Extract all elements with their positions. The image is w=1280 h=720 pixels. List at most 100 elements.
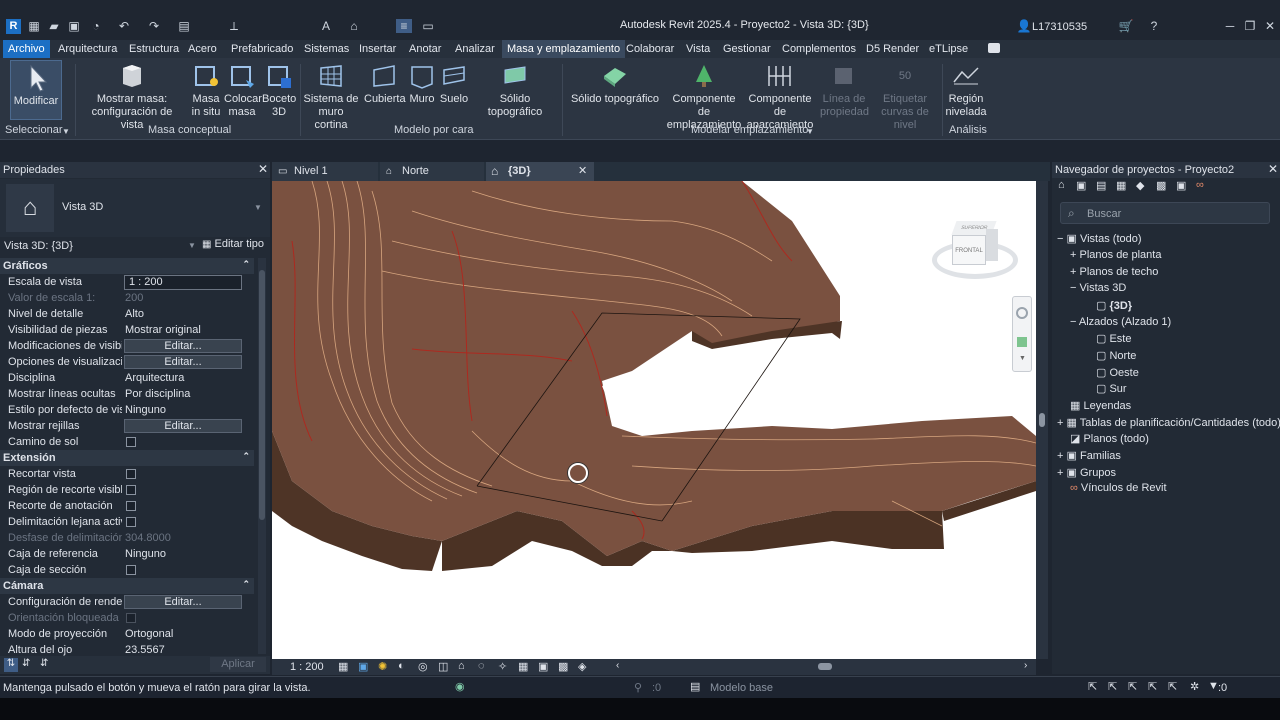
sort-icon[interactable]: ⇅	[4, 658, 18, 672]
sun-path-icon[interactable]: ✺	[378, 660, 387, 673]
select-by-face-icon[interactable]: ⇱	[1148, 680, 1157, 693]
tree-item-3d-active[interactable]: ▢ {3D}	[1096, 299, 1132, 312]
print-icon[interactable]: ▤	[176, 19, 192, 33]
expand-icon[interactable]: +	[1057, 417, 1063, 429]
viewport-scrollbar[interactable]	[1036, 181, 1048, 659]
restore-icon[interactable]: ❐	[1242, 19, 1258, 33]
switch-windows-icon[interactable]: ≡	[396, 19, 412, 33]
sort-alpha-icon[interactable]: ⇵	[22, 658, 30, 669]
redo-icon[interactable]: ↷	[146, 19, 162, 33]
tab-anotar[interactable]: Anotar	[404, 40, 446, 58]
tab-gestionar[interactable]: Gestionar	[718, 40, 776, 58]
property-row[interactable]: Disciplina Arquitectura	[0, 370, 254, 386]
text-icon[interactable]: A	[318, 19, 334, 33]
shadows-icon[interactable]: ◐	[398, 660, 405, 672]
open-icon[interactable]: ▰	[46, 19, 62, 33]
collapse-icon[interactable]: −	[1070, 282, 1076, 294]
expand-icon[interactable]: +	[1070, 249, 1076, 261]
boceto-3d-button[interactable]: Boceto 3D	[262, 62, 296, 119]
expand-icon[interactable]: +	[1057, 467, 1063, 479]
properties-scrollbar[interactable]	[258, 258, 266, 654]
viewcube[interactable]: SUPERIOR FRONTAL	[932, 221, 1018, 281]
collapse-icon[interactable]: ⌃	[242, 579, 250, 590]
tree-item[interactable]: + Planos de planta	[1070, 249, 1161, 261]
tab-masa-emplazamiento[interactable]: Masa y emplazamiento	[502, 40, 626, 58]
edit-button[interactable]: Editar...	[124, 355, 242, 369]
save-icon[interactable]: ▣	[66, 19, 82, 33]
tab-complementos[interactable]: Complementos	[777, 40, 861, 58]
viewcube-front[interactable]: FRONTAL	[952, 235, 986, 265]
region-nivelada-button[interactable]: Región nivelada	[944, 62, 988, 119]
edit-button[interactable]: Editar...	[124, 419, 242, 433]
solido-topografico-face-button[interactable]: Sólido topográfico	[472, 62, 558, 119]
masa-in-situ-button[interactable]: Masa in situ	[190, 62, 222, 119]
checkbox[interactable]	[126, 485, 136, 495]
collapse-icon[interactable]: −	[1070, 316, 1076, 328]
close-icon[interactable]: ✕	[258, 162, 268, 176]
tree-item[interactable]: − ▣ Vistas (todo)	[1057, 232, 1142, 245]
collapse-icon[interactable]: ⌃	[242, 259, 250, 270]
undo-icon[interactable]: ↶	[116, 19, 132, 33]
tree-item[interactable]: ▢ Sur	[1096, 382, 1127, 395]
sheet-icon[interactable]: ▤	[1096, 179, 1106, 192]
instance-selector[interactable]: Vista 3D: {3D} ▼	[0, 238, 198, 254]
detail-level-icon[interactable]: ▦	[338, 660, 348, 673]
close-icon[interactable]: ✕	[1268, 162, 1278, 176]
terrain-model[interactable]	[272, 181, 1036, 659]
cubierta-button[interactable]: Cubierta	[364, 62, 406, 106]
tree-item[interactable]: + ▦ Tablas de planificación/Cantidades (…	[1057, 416, 1280, 429]
close-inactive-icon[interactable]: ▭	[420, 19, 436, 33]
close-icon[interactable]: ✕	[1262, 19, 1278, 33]
property-row[interactable]: Visibilidad de piezas Mostrar original	[0, 322, 254, 338]
viewcube-side[interactable]	[986, 229, 998, 261]
collapse-icon[interactable]: ⌃	[242, 451, 250, 462]
tab-insertar[interactable]: Insertar	[354, 40, 401, 58]
tree-item[interactable]: − Alzados (Alzado 1)	[1070, 316, 1171, 328]
highlight-icon[interactable]: ▣	[538, 660, 548, 673]
tab-sistemas[interactable]: Sistemas	[299, 40, 354, 58]
group-alt-icon[interactable]: ▣	[1176, 179, 1186, 192]
steering-wheel-icon[interactable]	[1016, 307, 1028, 319]
drag-elements-icon[interactable]: ⇱	[1168, 680, 1177, 693]
3d-view-icon[interactable]: ⌂	[346, 19, 362, 33]
family-icon[interactable]: ◆	[1136, 179, 1144, 192]
tab-acero[interactable]: Acero	[183, 40, 222, 58]
minimize-icon[interactable]: ─	[1222, 19, 1238, 33]
etiquetar-curvas-button[interactable]: 50 Etiquetar curvas de nivel	[870, 62, 940, 132]
select-pinned-icon[interactable]: ⇱	[1128, 680, 1137, 693]
filter-count-icon[interactable]: ⚲	[634, 681, 642, 694]
view-scale[interactable]: 1 : 200	[290, 661, 324, 673]
measure-icon[interactable]: ⟂	[226, 19, 242, 33]
expand-icon[interactable]: +	[1070, 266, 1076, 278]
user-icon[interactable]: 👤	[1016, 19, 1032, 33]
sistema-muro-cortina-button[interactable]: Sistema de muro cortina	[302, 62, 360, 132]
expand-icon[interactable]: +	[1057, 450, 1063, 462]
model-icon[interactable]: ▤	[690, 680, 700, 693]
componente-aparcamiento-button[interactable]: Componente de aparcamiento	[742, 62, 818, 132]
schedule-icon[interactable]: ▦	[1116, 179, 1126, 192]
video-icon[interactable]	[988, 43, 1000, 53]
tree-item[interactable]: + Planos de techo	[1070, 266, 1158, 278]
edit-type-button[interactable]: ▦ Editar tipo	[202, 238, 264, 254]
apply-button[interactable]: Aplicar	[210, 657, 266, 672]
tree-item[interactable]: + ▣ Grupos	[1057, 466, 1116, 479]
visual-style-icon[interactable]: ▣	[358, 660, 368, 673]
user-name[interactable]: L17310535	[1032, 21, 1087, 33]
colocar-masa-button[interactable]: Colocar masa	[224, 62, 262, 119]
render-icon[interactable]: ◎	[418, 660, 428, 673]
tab-arquitectura[interactable]: Arquitectura	[53, 40, 122, 58]
sort-group-icon[interactable]: ⇵	[40, 658, 48, 669]
tab-estructura[interactable]: Estructura	[124, 40, 184, 58]
tree-item[interactable]: − Vistas 3D	[1070, 282, 1126, 294]
analytical-icon[interactable]: ▩	[558, 660, 568, 673]
linea-propiedad-button[interactable]: Línea de propiedad	[820, 62, 869, 119]
collapse-icon[interactable]: −	[1057, 233, 1063, 245]
constraints-icon[interactable]: ◈	[578, 660, 586, 673]
property-row[interactable]: Estilo por defecto de vis... Ninguno	[0, 402, 254, 418]
tree-item[interactable]: ▦ Leyendas	[1070, 399, 1131, 412]
help-icon[interactable]: ?	[1146, 19, 1162, 33]
house-icon[interactable]: ⌂	[1058, 179, 1065, 191]
componente-emplazamiento-button[interactable]: Componente de emplazamiento	[666, 62, 742, 132]
property-row[interactable]: Caja de referencia Ninguno	[0, 546, 254, 562]
tree-item[interactable]: + ▣ Familias	[1057, 449, 1121, 462]
